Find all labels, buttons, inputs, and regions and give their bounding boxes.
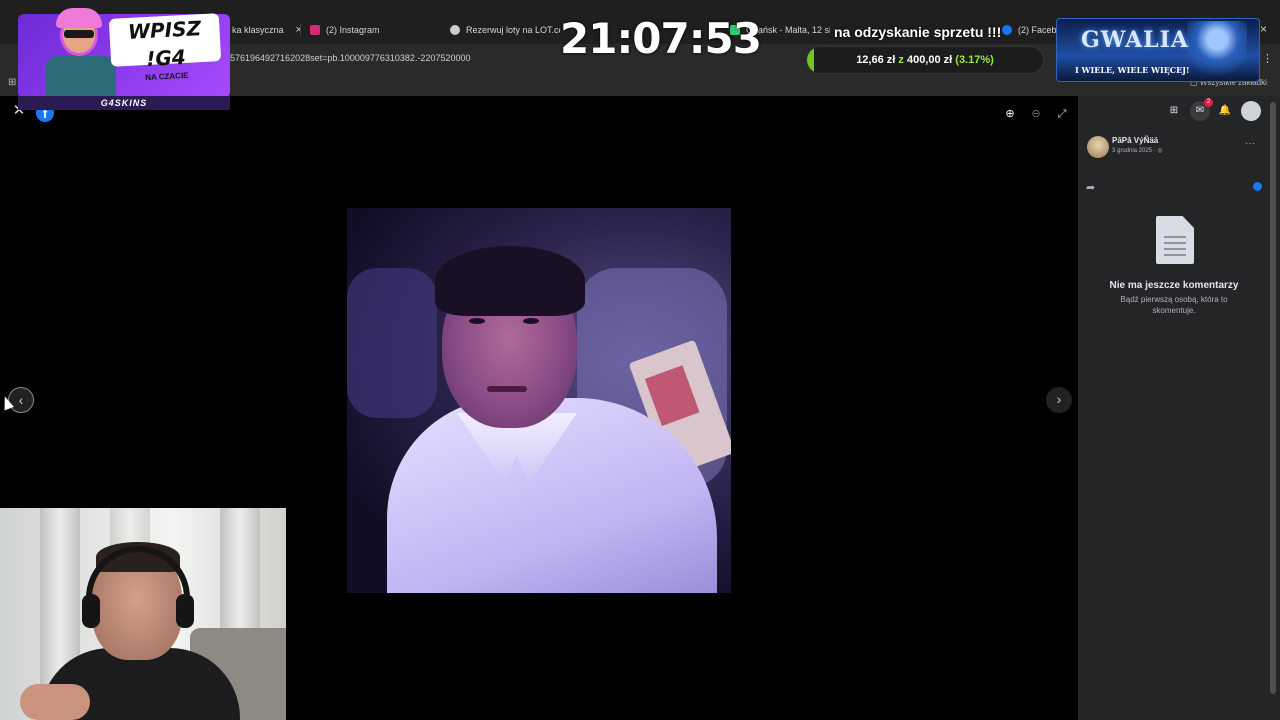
next-photo-button[interactable]: › <box>1046 387 1072 413</box>
close-window-icon[interactable]: × <box>1260 22 1267 36</box>
goal-current: 12,66 zł <box>856 54 896 66</box>
no-comments-title: Nie ma jeszcze komentarzy <box>1109 280 1239 291</box>
notification-badge: 2 <box>1204 98 1213 107</box>
comments-panel <box>1078 96 1280 720</box>
post-date-text: 3 grudnia 2025 · <box>1112 148 1158 154</box>
like-icon <box>1253 182 1262 191</box>
donation-goal-bar: 12,66 zł z 400,00 zł (3.17%) <box>806 46 1044 74</box>
webcam-overlay <box>0 508 286 720</box>
promo-banner-right: GWALIA I WIELE, WIELE WIĘCEJ! <box>1056 18 1260 82</box>
goal-separator: z <box>898 54 904 66</box>
donation-goal-text: 12,66 zł z 400,00 zł (3.17%) <box>807 47 1043 73</box>
tab-facebook[interactable]: (2) Faceboo <box>1002 18 1056 42</box>
apps-grid-icon[interactable]: ⊞ <box>8 77 16 88</box>
zoom-out-icon[interactable]: ⊖ <box>1028 106 1044 122</box>
tab-separator <box>300 24 301 36</box>
stream-clock: 21:07:53 <box>560 14 762 63</box>
tab-lot[interactable]: Rezerwuj loty na LOT.com <box>450 18 560 42</box>
previous-photo-button[interactable]: ‹ <box>8 387 34 413</box>
author-name[interactable]: PāPā VýÑää <box>1112 136 1158 145</box>
promo-card: WPISZ !G4 NA CZACIE <box>108 13 222 82</box>
facebook-icon <box>1002 25 1012 35</box>
tab-label: (2) Faceboo <box>1018 25 1056 35</box>
post-date[interactable]: 3 grudnia 2025 · ◎ <box>1112 147 1163 154</box>
tab-instagram[interactable]: (2) Instagram × <box>310 18 435 42</box>
photo-eye <box>469 318 485 324</box>
tab-label: (2) Instagram <box>326 25 380 35</box>
promo-brand: G4SKINS <box>18 96 230 110</box>
close-tab-icon[interactable]: × <box>296 24 302 36</box>
screen: ka klasyczna × (2) Instagram × Rezerwuj … <box>0 0 1280 720</box>
chevron-right-icon: › <box>1056 391 1062 407</box>
promo-tagline: I WIELE, WIELE WIĘCEJ! <box>1075 65 1190 75</box>
globe-icon <box>450 25 460 35</box>
author-avatar[interactable] <box>1087 136 1109 158</box>
document-icon <box>1156 216 1194 264</box>
post-more-icon[interactable]: ··· <box>1245 138 1255 149</box>
menu-grid-icon[interactable]: ⊞ <box>1164 101 1184 121</box>
tab-label: ka klasyczna <box>232 25 284 35</box>
goal-percent: (3.17%) <box>955 54 994 66</box>
fullscreen-icon[interactable]: ⤢ <box>1054 106 1070 122</box>
account-avatar[interactable] <box>1241 101 1261 121</box>
photo-mouth <box>487 386 527 392</box>
url-text[interactable]: 5761964927162028set=pb.100009776310382.-… <box>230 53 471 63</box>
goal-target: 400,00 zł <box>906 54 953 66</box>
chevron-left-icon: ‹ <box>18 392 24 408</box>
photo-background <box>347 268 437 418</box>
tab-1[interactable]: ka klasyczna × <box>232 18 302 42</box>
menu-dots-icon[interactable]: ⋮ <box>1262 52 1273 65</box>
scrollbar[interactable] <box>1270 102 1276 694</box>
photo-hair <box>435 246 585 316</box>
tab-label: Rezerwuj loty na LOT.com <box>466 25 560 35</box>
photo-eye <box>523 318 539 324</box>
photo-image[interactable] <box>347 208 731 593</box>
share-icon[interactable]: ➦ <box>1086 181 1095 194</box>
instagram-icon <box>310 25 320 35</box>
donation-goal-title: na odzyskanie sprzetu !!! <box>834 24 1002 40</box>
promo-logo: GWALIA <box>1081 27 1189 53</box>
mascot-image <box>36 6 118 102</box>
globe-icon: ◎ <box>1157 148 1163 154</box>
zoom-in-icon[interactable]: ⊕ <box>1002 106 1018 122</box>
warrior-image <box>1187 21 1247 81</box>
promo-headline: WPISZ !G4 <box>127 16 202 71</box>
no-comments-subtitle: Bądź pierwszą osobą, która to skomentuje… <box>1120 295 1228 315</box>
promo-banner-left: WPISZ !G4 NA CZACIE G4SKINS <box>18 6 230 110</box>
bell-icon[interactable]: 🔔 <box>1215 101 1235 121</box>
